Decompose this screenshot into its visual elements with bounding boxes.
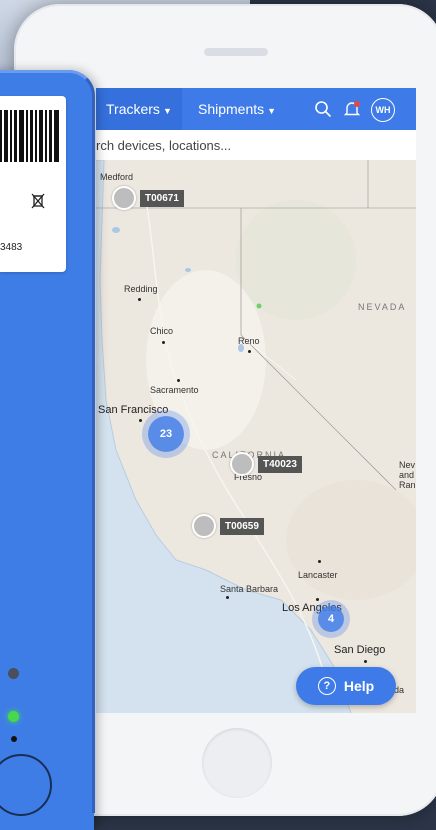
tab-shipments[interactable]: Shipments ▼: [198, 88, 276, 130]
avatar[interactable]: WH: [371, 98, 395, 122]
edge-label: Nev and Ran: [399, 460, 416, 490]
cluster-marker[interactable]: 23: [148, 416, 184, 452]
city-label: Santa Barbara: [220, 584, 279, 594]
tracker-marker[interactable]: T00671: [112, 186, 184, 210]
tracker-id: T00659: [220, 517, 264, 535]
search-bar: [96, 130, 416, 161]
city-dot: [139, 419, 142, 422]
edge-label-line: Nev: [399, 460, 416, 470]
barcode: [0, 110, 61, 162]
city-dot: [316, 598, 319, 601]
edge-label-line: and: [399, 470, 415, 480]
map-terrain: [96, 160, 416, 713]
city-dot: [226, 596, 229, 599]
city-label: Sacramento: [150, 385, 199, 395]
chevron-down-icon: ▼: [162, 106, 172, 116]
tracker-marker[interactable]: T40023: [230, 452, 302, 476]
search-input[interactable]: [96, 130, 408, 160]
help-icon: ?: [317, 677, 336, 695]
tab-shipments-label: Shipments: [198, 101, 265, 117]
location-pin-icon: [192, 514, 216, 538]
status-led: [8, 668, 19, 679]
tracker-id: T40023: [258, 455, 302, 473]
tab-trackers[interactable]: Trackers ▼: [96, 88, 182, 130]
city-label: Reno: [238, 336, 260, 346]
device-label: 3483: [0, 96, 66, 272]
app-screen: Trackers ▼ Shipments ▼ WH rch devices, l…: [96, 88, 416, 713]
city-label: Lancaster: [298, 570, 338, 580]
city-dot: [318, 560, 321, 563]
cluster-marker[interactable]: 4: [318, 606, 344, 632]
chevron-down-icon: ▼: [267, 106, 277, 116]
phone-home-button[interactable]: [202, 728, 272, 798]
map-view[interactable]: Medford Redding Chico Reno NEVADA Sacram…: [96, 160, 416, 713]
location-pin-icon: [230, 452, 254, 476]
city-dot: [138, 298, 141, 301]
status-led-green: [8, 711, 19, 722]
crossed-bin-icon: [30, 192, 46, 213]
tab-trackers-label: Trackers: [106, 101, 160, 117]
city-label: Redding: [124, 284, 158, 294]
search-icon[interactable]: [312, 88, 334, 130]
help-button[interactable]: ? Help: [296, 667, 396, 705]
bell-icon[interactable]: [341, 88, 363, 130]
city-label: San Diego: [334, 644, 386, 656]
top-navbar: Trackers ▼ Shipments ▼ WH: [96, 88, 416, 130]
tracker-id: T00671: [140, 189, 184, 207]
device-serial: 3483: [0, 242, 23, 253]
location-pin-icon: [112, 186, 136, 210]
city-dot: [177, 379, 180, 382]
status-led-small: [11, 736, 17, 742]
city-label: Medford: [100, 172, 134, 182]
phone-speaker: [204, 48, 268, 56]
tracker-marker[interactable]: T00659: [192, 514, 264, 538]
city-dot: [162, 341, 165, 344]
city-label: San Francisco: [98, 404, 169, 416]
city-label: Chico: [150, 326, 174, 336]
help-label: Help: [343, 678, 375, 694]
city-dot: [248, 350, 251, 353]
edge-label-line: Ran: [399, 480, 416, 490]
city-dot: [364, 660, 367, 663]
state-label: NEVADA: [358, 302, 407, 312]
